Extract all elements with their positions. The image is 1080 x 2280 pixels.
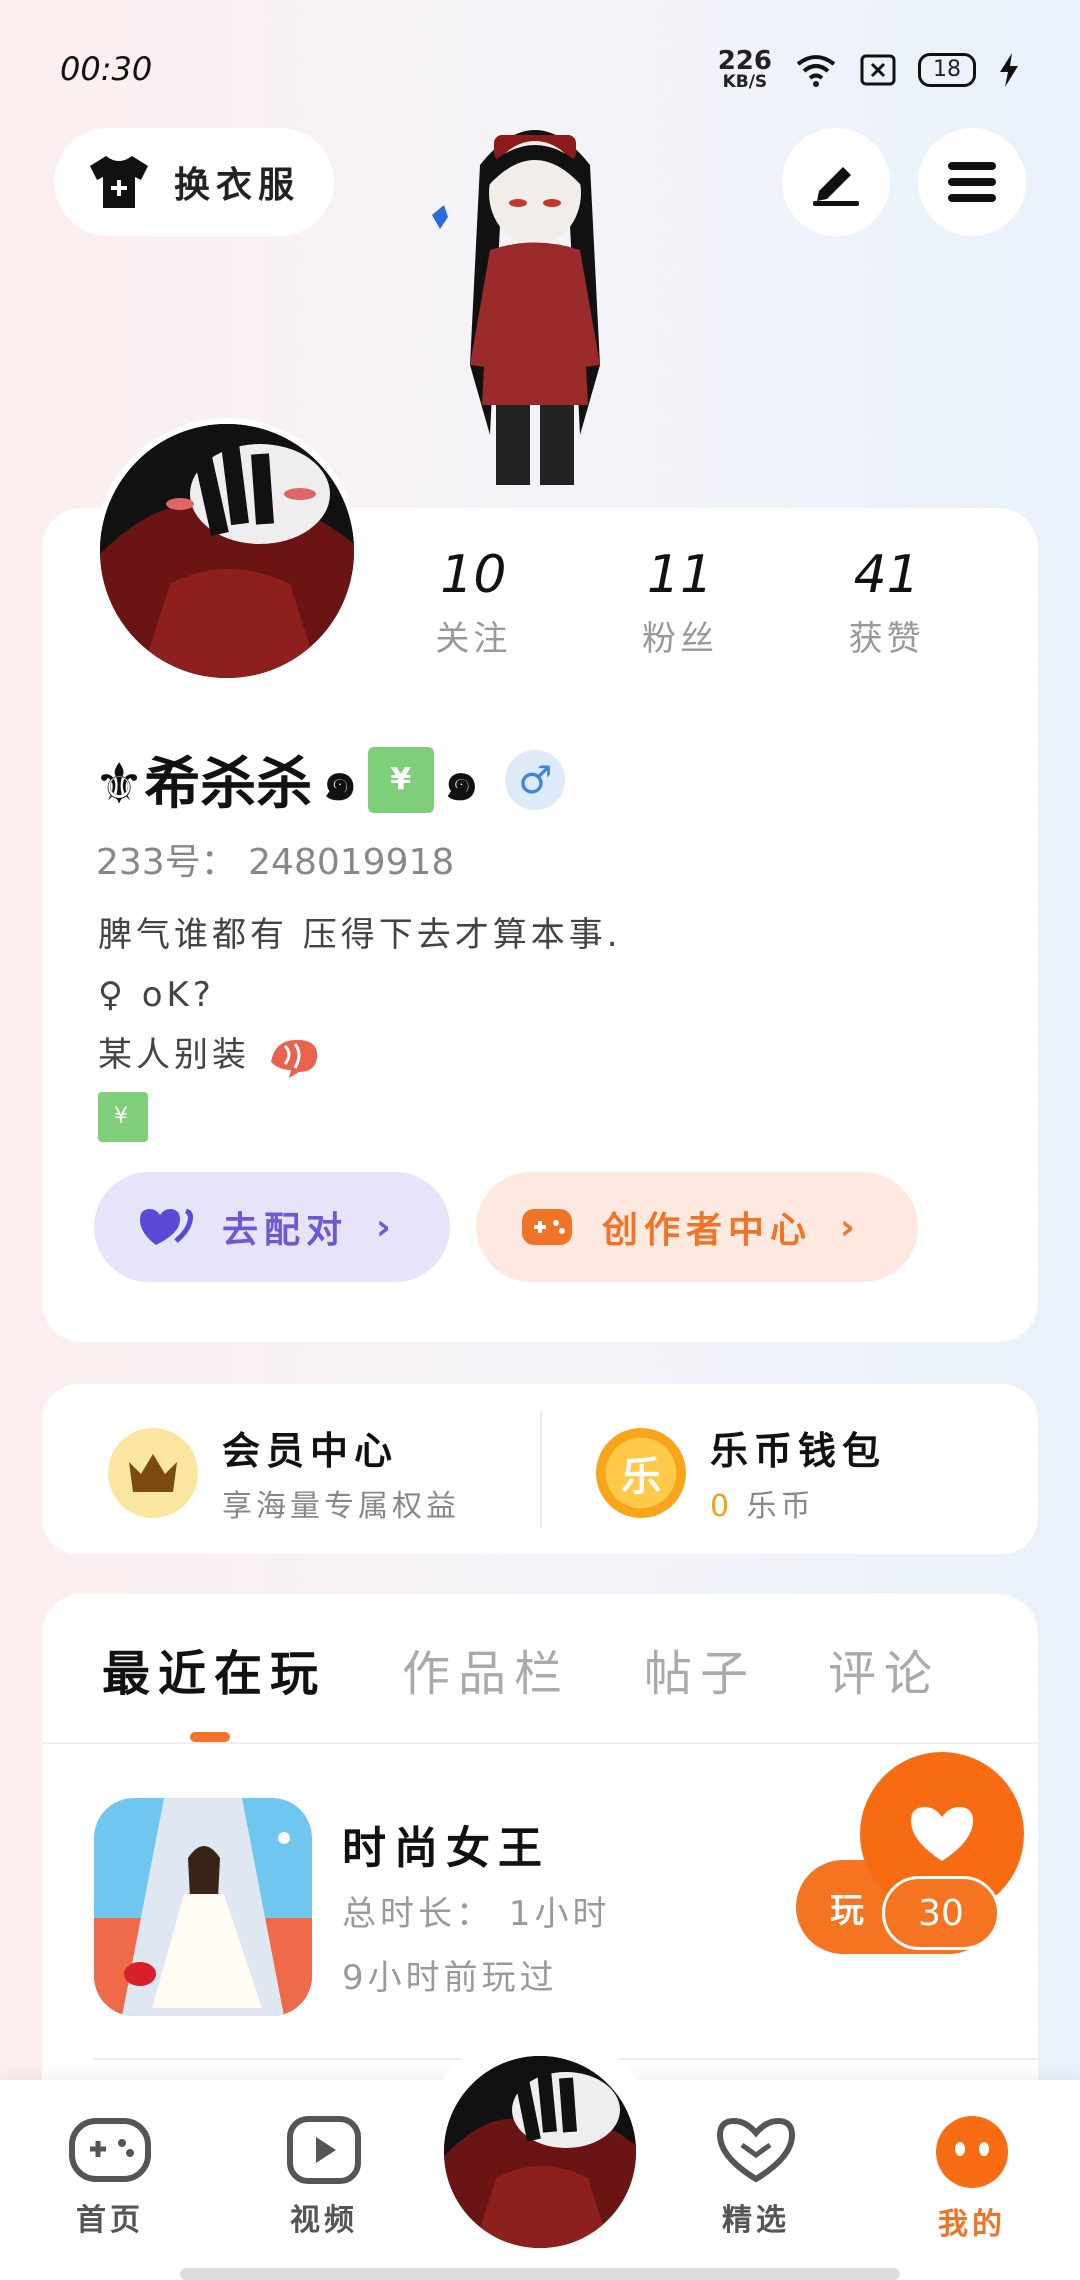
heart-icon (716, 2117, 796, 2183)
pen-icon (813, 167, 859, 206)
controller-icon (522, 1209, 572, 1245)
nickname-text: ⚜希杀杀 (94, 752, 313, 817)
bio-line-4: ¥ (98, 1085, 622, 1145)
game-icon-image (94, 1798, 312, 2016)
avatar-figure[interactable] (430, 105, 640, 505)
wallet-divider (540, 1410, 542, 1528)
stat-likes-value: 41 (853, 545, 920, 605)
nickname: ⚜希杀杀 ๑ ¥ ๑ ♂ (94, 735, 566, 824)
coin-wallet-balance: 0 乐币 (710, 1481, 886, 1525)
bio-line-3-text: 某人别装 (98, 1035, 250, 1075)
match-button-label: 去配对 (222, 1210, 349, 1251)
nickname-symbol-left: ๑ (322, 748, 358, 813)
stat-following-value: 10 (440, 545, 507, 605)
nav-featured[interactable]: 精选 (686, 2115, 826, 2239)
tab-posts[interactable]: 帖子 (644, 1634, 756, 1704)
sim-icon (860, 54, 896, 85)
face-icon (936, 2116, 1008, 2188)
avatar-figure-illustration (432, 130, 600, 485)
stat-following[interactable]: 10 关注 (370, 545, 577, 660)
tabs-divider (42, 1742, 1038, 1744)
nav-mine[interactable]: 我的 (902, 2115, 1042, 2243)
net-speed-value: 226 (717, 46, 772, 76)
crown-icon (108, 1427, 198, 1518)
hearts-icon (140, 1208, 193, 1245)
stat-followers-value: 11 (646, 545, 714, 605)
stat-followers-label: 粉丝 (642, 619, 718, 659)
tab-recently-played[interactable]: 最近在玩 (102, 1634, 326, 1704)
heart-icon (911, 1807, 973, 1861)
status-time: 00:30 (60, 50, 153, 88)
home-indicator (180, 2268, 900, 2280)
creator-center-button[interactable]: 创作者中心 › (476, 1172, 918, 1282)
nav-avatar-button[interactable] (444, 2056, 636, 2248)
charging-icon (1000, 52, 1018, 87)
game-total-time: 总时长： 1小时 (342, 1894, 611, 1934)
tab-indicator (190, 1732, 230, 1742)
bio-line-3: 某人别装 (98, 1025, 622, 1085)
play-icon (287, 2116, 361, 2184)
like-count: 30 (882, 1876, 1000, 1950)
net-speed-unit: KB/S (722, 72, 768, 92)
profile-stats: 10 关注 11 粉丝 41 获赞 (370, 545, 990, 660)
bio-line-1: 脾气谁都有 压得下去才算本事. (98, 915, 622, 955)
avatar-image (100, 424, 354, 678)
game-icon[interactable] (94, 1798, 312, 2016)
game-last-played: 9小时前玩过 (342, 1958, 558, 1998)
game-title: 时尚女王 (342, 1823, 550, 1874)
nickname-symbol-right: ๑ (443, 748, 480, 813)
bio: 脾气谁都有 压得下去才算本事. ♀ oK? 某人别装 ¥ (98, 905, 622, 1145)
nav-video-label: 视频 (290, 2203, 358, 2238)
member-center-subtitle: 享海量专属权益 (222, 1489, 460, 1524)
nav-avatar-image (444, 2056, 636, 2248)
edit-profile-button[interactable] (782, 128, 890, 236)
status-bar-icons: 226 KB/S 18 (718, 48, 1020, 91)
match-button[interactable]: 去配对 › (94, 1172, 450, 1282)
shirt-icon (90, 156, 148, 208)
chevron-right-icon: › (840, 1206, 861, 1248)
change-outfit-button[interactable]: 换衣服 (54, 128, 334, 236)
menu-icon (948, 162, 996, 202)
money-chart-emoji: ¥ (367, 746, 434, 813)
nav-home-label: 首页 (76, 2203, 144, 2238)
net-speed: 226 KB/S (718, 48, 772, 91)
chevron-right-icon: › (376, 1206, 397, 1248)
gender-male-icon: ♂ (505, 749, 566, 810)
coin-icon: 乐 (596, 1427, 686, 1518)
tab-works[interactable]: 作品栏 (402, 1634, 570, 1704)
nav-home[interactable]: 首页 (40, 2115, 180, 2239)
nav-mine-label: 我的 (938, 2207, 1006, 2242)
coin-wallet-title: 乐币钱包 (710, 1429, 887, 1473)
bio-line-2: ♀ oK? (98, 975, 215, 1015)
stat-followers[interactable]: 11 粉丝 (577, 545, 784, 660)
member-center[interactable]: 会员中心 享海量专属权益 (108, 1420, 460, 1525)
creator-center-label: 创作者中心 (602, 1210, 813, 1251)
tab-comments[interactable]: 评论 (828, 1634, 940, 1704)
money-chart-emoji-small: ¥ (98, 1091, 148, 1142)
nav-video[interactable]: 视频 (254, 2115, 394, 2239)
stat-likes[interactable]: 41 获赞 (783, 545, 990, 660)
stat-likes-label: 获赞 (848, 619, 925, 659)
menu-button[interactable] (918, 128, 1026, 236)
wifi-icon (796, 54, 836, 87)
battery-icon: 18 (918, 52, 976, 87)
change-outfit-label: 换衣服 (174, 165, 301, 206)
coin-wallet[interactable]: 乐 乐币钱包 0 乐币 (596, 1420, 886, 1525)
stat-following-label: 关注 (435, 619, 512, 659)
shrimp-icon (270, 1039, 318, 1078)
gamepad-icon (69, 2118, 151, 2182)
avatar[interactable] (94, 418, 360, 684)
member-center-title: 会员中心 (222, 1429, 399, 1473)
coin-count: 0 (710, 1489, 734, 1524)
coin-unit: 乐币 (746, 1489, 815, 1524)
nav-featured-label: 精选 (722, 2203, 790, 2238)
user-id: 233号： 248019918 (96, 842, 455, 883)
